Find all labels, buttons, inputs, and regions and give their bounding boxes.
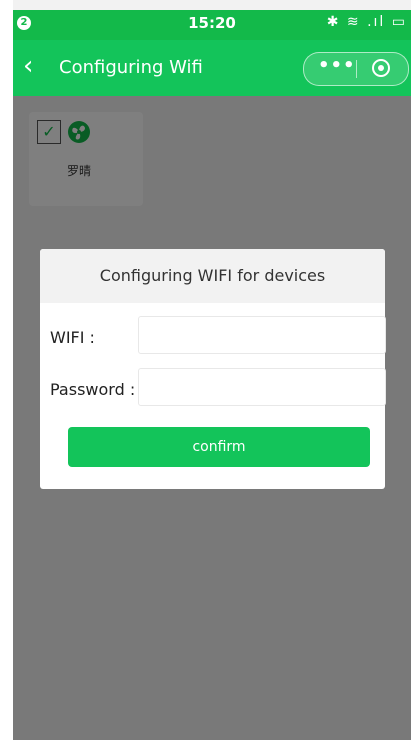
app-frame: 2 15:20 ✱ ≋ .ıl ▭ ‹ Configuring Wifi •••…: [13, 0, 411, 740]
status-bar: 2 15:20 ✱ ≋ .ıl ▭: [13, 10, 411, 40]
wifi-config-dialog: Configuring WIFI for devices WIFI : Pass…: [40, 249, 386, 489]
confirm-button[interactable]: confirm: [68, 427, 370, 467]
wifi-input[interactable]: [138, 316, 386, 354]
back-icon[interactable]: ‹: [23, 52, 33, 80]
more-icon[interactable]: •••: [318, 55, 356, 76]
password-input[interactable]: [138, 368, 386, 406]
status-icons: ✱ ≋ .ıl ▭: [326, 14, 407, 30]
dialog-title: Configuring WIFI for devices: [40, 249, 385, 303]
close-target-icon[interactable]: [372, 59, 390, 77]
wifi-label: WIFI :: [50, 328, 95, 347]
nav-bar: ‹ Configuring Wifi •••: [13, 40, 411, 96]
password-label: Password :: [50, 380, 136, 399]
mini-program-capsule: •••: [303, 52, 409, 86]
capsule-divider: [356, 60, 357, 78]
page-title: Configuring Wifi: [59, 57, 203, 78]
